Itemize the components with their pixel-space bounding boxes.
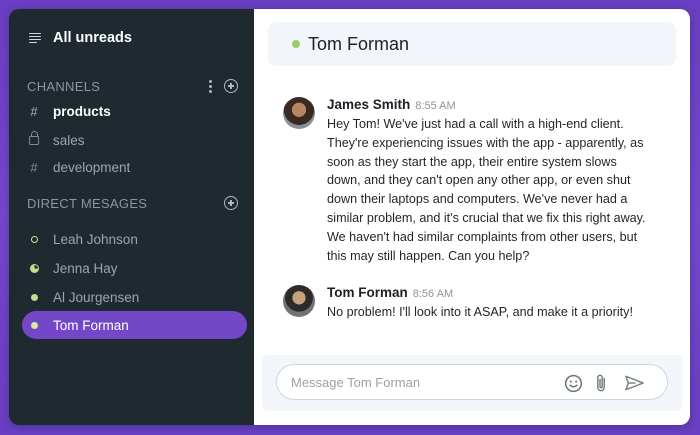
channels-heading: CHANNELS	[27, 78, 101, 94]
dm-item-leah-johnson[interactable]: Leah Johnson	[27, 228, 138, 250]
chat-title: Tom Forman	[308, 33, 410, 54]
direct-messages-heading: DIRECT MESAGES	[27, 195, 148, 211]
channel-label: development	[53, 159, 131, 175]
dm-label: Jenna Hay	[53, 260, 118, 276]
message-text: No problem! I'll look into it ASAP, and …	[327, 305, 633, 319]
status-away-icon	[30, 235, 38, 243]
message-item: Tom Forman 8:56 AM No problem! I'll look…	[283, 285, 657, 322]
dm-item-tom-forman[interactable]: Tom Forman	[27, 314, 129, 336]
online-status-icon	[292, 40, 300, 48]
message-text: Hey Tom! We've just had a call with a hi…	[327, 117, 646, 263]
direct-messages-header: DIRECT MESAGES	[27, 193, 238, 213]
dm-label: Tom Forman	[53, 317, 129, 333]
chat-panel: Tom Forman James Smith 8:55 AM Hey Tom! …	[254, 9, 690, 425]
message-item: James Smith 8:55 AM Hey Tom! We've just …	[283, 97, 647, 265]
hash-icon: #	[30, 103, 38, 119]
message-timestamp: 8:56 AM	[412, 288, 454, 300]
avatar[interactable]	[283, 285, 315, 317]
attachment-icon[interactable]	[591, 373, 611, 393]
lock-icon	[29, 131, 39, 145]
channel-item-products[interactable]: # products	[27, 100, 111, 122]
unreads-list-icon	[29, 32, 41, 44]
channel-label: sales	[53, 132, 85, 148]
channel-item-development[interactable]: # development	[27, 156, 130, 178]
message-author[interactable]: James Smith	[327, 97, 410, 112]
dm-label: Al Jourgensen	[53, 289, 140, 305]
hash-icon: #	[30, 159, 38, 175]
channel-label: products	[53, 103, 111, 119]
channels-more-icon[interactable]	[209, 79, 212, 93]
dm-item-al-jourgensen[interactable]: Al Jourgensen	[27, 286, 139, 308]
emoji-icon[interactable]	[563, 373, 583, 393]
status-partial-icon	[29, 263, 39, 273]
channel-item-sales[interactable]: sales	[27, 129, 85, 151]
message-timestamp: 8:55 AM	[415, 100, 456, 112]
chat-app-window: All unreads CHANNELS # products sales # …	[9, 9, 690, 425]
message-author[interactable]: Tom Forman	[327, 285, 408, 300]
dm-item-jenna-hay[interactable]: Jenna Hay	[27, 257, 118, 279]
dm-label: Leah Johnson	[53, 231, 138, 247]
avatar[interactable]	[283, 97, 315, 129]
status-online-icon	[30, 293, 38, 301]
chat-header: Tom Forman	[268, 22, 676, 66]
channels-header: CHANNELS	[27, 76, 238, 96]
all-unreads-label: All unreads	[53, 30, 132, 46]
add-channel-icon[interactable]	[224, 79, 238, 93]
message-composer	[262, 355, 683, 411]
add-direct-message-icon[interactable]	[224, 196, 238, 210]
all-unreads-link[interactable]: All unreads	[29, 28, 132, 48]
send-icon[interactable]	[623, 373, 645, 393]
status-online-icon	[30, 321, 38, 329]
sidebar: All unreads CHANNELS # products sales # …	[9, 9, 254, 425]
